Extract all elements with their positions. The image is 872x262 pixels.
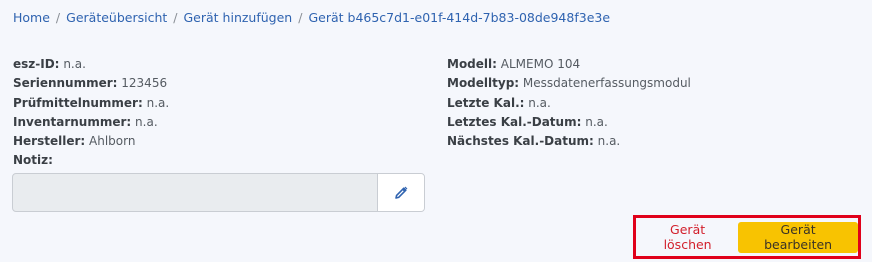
breadcrumb-separator: /	[298, 10, 303, 25]
detail-value: n.a.	[528, 95, 551, 110]
detail-row-note: Notiz:	[13, 151, 169, 170]
detail-value: n.a.	[63, 57, 86, 71]
note-field-group	[12, 173, 425, 212]
detail-label: Modell:	[447, 57, 497, 71]
detail-row-last-calibration-date: Letztes Kal.-Datum: n.a.	[447, 113, 691, 132]
breadcrumb-current-device[interactable]: Gerät b465c7d1-e01f-414d-7b83-08de948f3e…	[308, 10, 610, 25]
detail-label: Nächstes Kal.-Datum:	[447, 134, 594, 149]
detail-label: Letztes Kal.-Datum:	[447, 114, 582, 129]
detail-label: esz-ID:	[13, 57, 60, 71]
pencil-icon	[395, 186, 408, 199]
detail-row-manufacturer: Hersteller: Ahlborn	[13, 132, 169, 151]
detail-value: Ahlborn	[89, 134, 136, 149]
detail-label: Modelltyp:	[447, 76, 520, 91]
detail-value: n.a.	[585, 114, 608, 129]
detail-label: Letzte Kal.:	[447, 95, 525, 110]
detail-label: Seriennummer:	[13, 76, 118, 91]
detail-row-inventory-number: Inventarnummer: n.a.	[13, 113, 169, 132]
device-details-right: Modell: ALMEMO 104 Modelltyp: Messdatene…	[447, 55, 691, 151]
detail-row-serial-number: Seriennummer: 123456	[13, 74, 169, 93]
detail-row-next-calibration-date: Nächstes Kal.-Datum: n.a.	[447, 132, 691, 151]
device-details-left: esz-ID: n.a. Seriennummer: 123456 Prüfmi…	[13, 55, 169, 171]
detail-label: Inventarnummer:	[13, 114, 132, 129]
note-field[interactable]	[13, 174, 377, 211]
edit-device-button[interactable]: Gerät bearbeiten	[738, 221, 858, 253]
detail-label: Hersteller:	[13, 134, 86, 149]
detail-row-model: Modell: ALMEMO 104	[447, 55, 691, 74]
detail-row-last-calibration: Letzte Kal.: n.a.	[447, 94, 691, 113]
breadcrumb-device-overview[interactable]: Geräteübersicht	[66, 10, 167, 25]
detail-value: n.a.	[135, 114, 158, 129]
detail-value: n.a.	[597, 134, 621, 149]
detail-row-test-equipment-number: Prüfmittelnummer: n.a.	[13, 94, 169, 113]
breadcrumb-separator: /	[173, 10, 178, 25]
detail-label: Notiz:	[13, 153, 53, 168]
detail-value: ALMEMO 104	[500, 57, 581, 71]
delete-device-button[interactable]: Gerät löschen	[647, 222, 728, 252]
actions-highlight-frame: Gerät löschen Gerät bearbeiten	[633, 215, 861, 259]
detail-value: Messdatenerfassungsmodul	[522, 76, 691, 91]
breadcrumb-add-device[interactable]: Gerät hinzufügen	[184, 10, 293, 25]
breadcrumb-home[interactable]: Home	[13, 10, 50, 25]
detail-value: n.a.	[146, 95, 170, 110]
detail-row-esz-id: esz-ID: n.a.	[13, 55, 169, 74]
detail-row-model-type: Modelltyp: Messdatenerfassungsmodul	[447, 74, 691, 93]
edit-note-button[interactable]	[377, 174, 424, 211]
breadcrumb: Home / Geräteübersicht / Gerät hinzufügen / Ge…	[13, 10, 610, 25]
detail-label: Prüfmittelnummer:	[13, 95, 143, 110]
detail-value: 123456	[121, 76, 168, 91]
breadcrumb-separator: /	[55, 10, 61, 25]
